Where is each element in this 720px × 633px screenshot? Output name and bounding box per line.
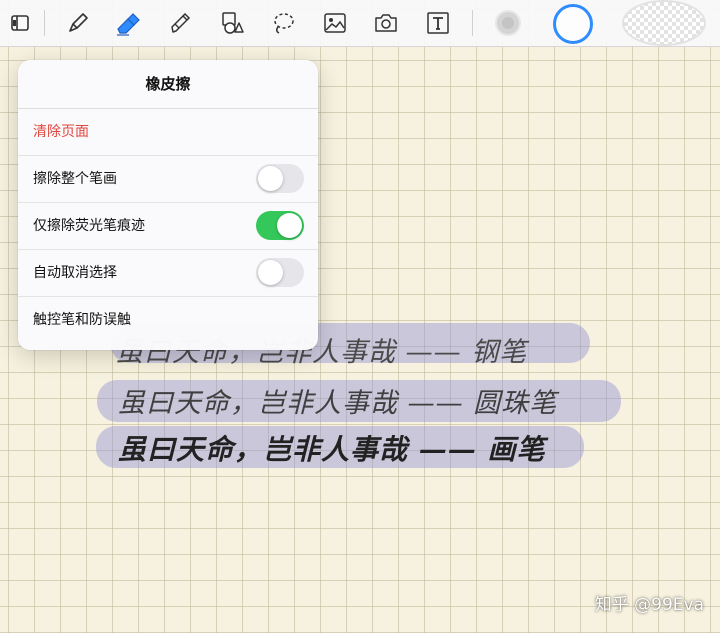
shapes-icon[interactable] [217,8,247,38]
eraser-options-popover: 橡皮擦 清除页面 擦除整个笔画 仅擦除荧光笔痕迹 自动取消选择 触控笔和防误触 [18,60,318,350]
text-icon[interactable] [423,8,453,38]
auto-deselect-label: 自动取消选择 [33,265,117,281]
auto-deselect-row: 自动取消选择 [18,250,318,297]
camera-icon[interactable] [371,8,401,38]
stylus-palm-rejection-button[interactable]: 触控笔和防误触 [18,297,318,343]
erase-whole-stroke-toggle[interactable] [256,164,304,193]
image-icon[interactable] [320,8,350,38]
erase-whole-stroke-label: 擦除整个笔画 [33,171,117,187]
color-swatch-transparent[interactable] [622,0,706,46]
handwritten-line-ballpoint: 虽曰天命，岂非人事哉 —— 圆珠笔 [118,388,558,419]
color-swatch-blue-selected[interactable] [553,4,593,44]
toggle-knob [258,260,283,285]
erase-highlighter-only-label: 仅擦除荧光笔痕迹 [33,218,145,234]
erase-whole-stroke-row: 擦除整个笔画 [18,156,318,203]
erase-highlighter-only-row: 仅擦除荧光笔痕迹 [18,203,318,250]
lasso-icon[interactable] [268,8,298,38]
toggle-knob [277,213,302,238]
erase-highlighter-only-toggle[interactable] [256,211,304,240]
clear-page-button[interactable]: 清除页面 [18,109,318,156]
highlighter-icon[interactable] [165,8,195,38]
toolbar-divider [472,10,473,36]
toolbar [0,0,720,47]
handwritten-line-brush: 虽曰天命，岂非人事哉 —— 画笔 [118,433,546,466]
toolbar-divider [44,10,45,36]
color-swatch-grey[interactable] [495,10,521,36]
toggle-knob [258,166,283,191]
watermark: 知乎 @99Eva [594,595,704,615]
auto-deselect-toggle[interactable] [256,258,304,287]
pen-icon[interactable] [63,8,93,38]
eraser-icon[interactable] [113,8,143,38]
pages-icon[interactable] [6,8,36,38]
popover-title: 橡皮擦 [18,60,318,109]
